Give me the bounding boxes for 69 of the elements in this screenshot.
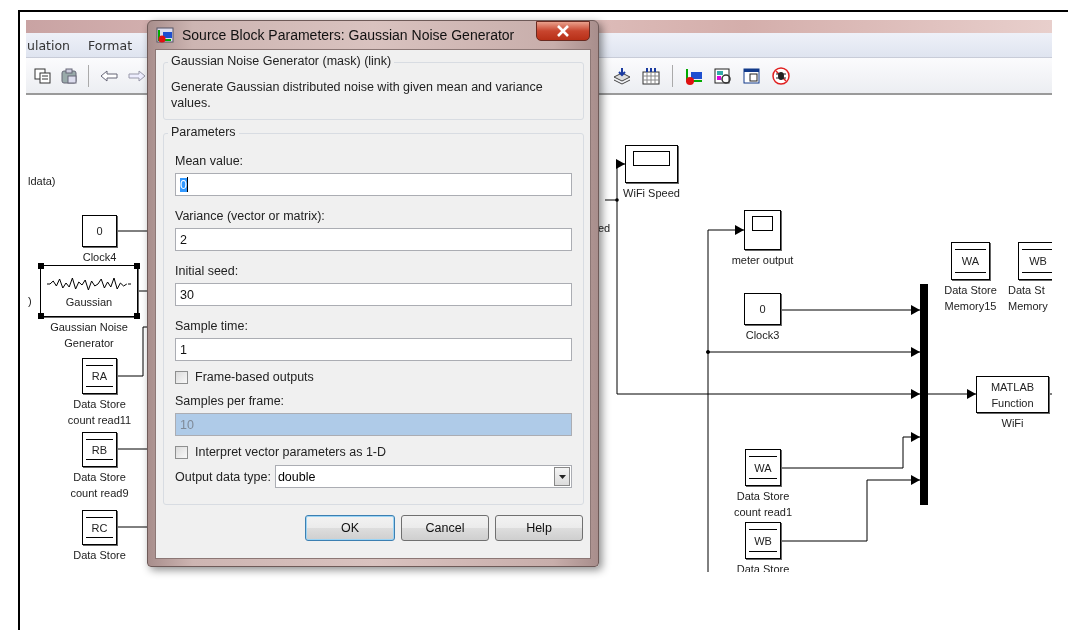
function-block[interactable]: MATLAB Function [976, 376, 1049, 413]
copy-icon[interactable] [34, 67, 52, 84]
selection-handle[interactable] [38, 263, 44, 269]
checkbox-label: Frame-based outputs [195, 370, 314, 384]
menu-item[interactable]: Format [88, 37, 133, 53]
selection-handle[interactable] [38, 313, 44, 319]
grid-download-icon[interactable] [641, 66, 661, 85]
model-icon [156, 27, 174, 43]
dialog-button[interactable]: Cancel [401, 515, 489, 541]
signal-line [927, 389, 977, 399]
data-store-block[interactable]: RA [82, 358, 117, 394]
block-label: Data Store count read11 [67, 397, 132, 428]
data-store-block[interactable]: RB [82, 432, 117, 467]
data-store-block[interactable]: WB [1018, 242, 1052, 280]
checkbox[interactable] [175, 370, 188, 384]
block-label: Data Store count read9 [70, 470, 129, 501]
dropdown[interactable]: double [274, 465, 572, 488]
block-label: Data St Memory [1008, 283, 1048, 314]
bug-icon[interactable] [771, 66, 791, 85]
field-label: Sample time: [175, 319, 249, 334]
layers-icon[interactable] [612, 66, 632, 85]
field-label: Samples per frame: [175, 394, 286, 409]
scope-block[interactable] [625, 145, 678, 183]
dialog-title: Source Block Parameters: Gaussian Noise Generator [182, 27, 515, 43]
constant-block[interactable]: 0 [744, 293, 781, 325]
close-button[interactable] [536, 21, 590, 41]
data-store-block[interactable]: WB [745, 522, 781, 559]
block-label: Data Store count read1 [733, 489, 793, 520]
block-label: Data Store Memory15 [944, 283, 997, 314]
dropdown-arrow-icon [557, 473, 567, 480]
group-title: Gaussian Noise Generator (mask) (link) [168, 54, 395, 68]
input-field[interactable]: 1 [175, 338, 572, 361]
data-store-block[interactable]: WA [951, 242, 990, 280]
block-label: ldata) [28, 174, 56, 188]
checkbox[interactable] [175, 445, 188, 459]
field-label: Output data type: [175, 469, 271, 484]
field-label: Variance (vector or matrix): [175, 209, 326, 224]
block-label: ed [598, 221, 611, 235]
noise-generator-block[interactable]: Gaussian [40, 265, 138, 317]
block-label: Gaussian Noise Generator [50, 320, 128, 351]
input-field: 10 [175, 413, 572, 436]
block-label: Clock3 [745, 328, 780, 343]
block-label: WiFi Speed [623, 186, 680, 201]
scope-block[interactable] [744, 210, 781, 250]
window-icon[interactable] [742, 66, 762, 85]
block-label: Clock4 [82, 250, 117, 265]
menu-item[interactable]: ulation [27, 37, 70, 53]
data-store-block[interactable]: RC [82, 510, 117, 545]
block-label: WiFi [1001, 416, 1024, 431]
selection-handle[interactable] [134, 263, 140, 269]
field-label: Mean value: [175, 154, 245, 169]
block-label: meter output [731, 253, 794, 268]
group-title: Parameters [168, 125, 239, 139]
signal-line [1048, 393, 1052, 395]
dialog-button[interactable]: OK [305, 515, 395, 541]
description-text: Generate Gaussian distributed noise with given mean and variance values. [171, 79, 544, 111]
block-label: Data Store [73, 548, 126, 563]
field-label: Initial seed: [175, 264, 240, 279]
back-arrow-icon[interactable] [99, 67, 119, 84]
block-label: ) [28, 294, 32, 308]
close-icon [556, 25, 570, 37]
paste-icon[interactable] [60, 67, 78, 84]
input-field[interactable]: 2 [175, 228, 572, 251]
data-store-block[interactable]: WA [745, 449, 781, 486]
selection-handle[interactable] [134, 313, 140, 319]
constant-block[interactable]: 0 [82, 215, 117, 247]
dialog-button[interactable]: Help [495, 515, 583, 541]
checkbox-label: Interpret vector parameters as 1-D [195, 445, 387, 459]
input-field[interactable]: 30 [175, 283, 572, 306]
